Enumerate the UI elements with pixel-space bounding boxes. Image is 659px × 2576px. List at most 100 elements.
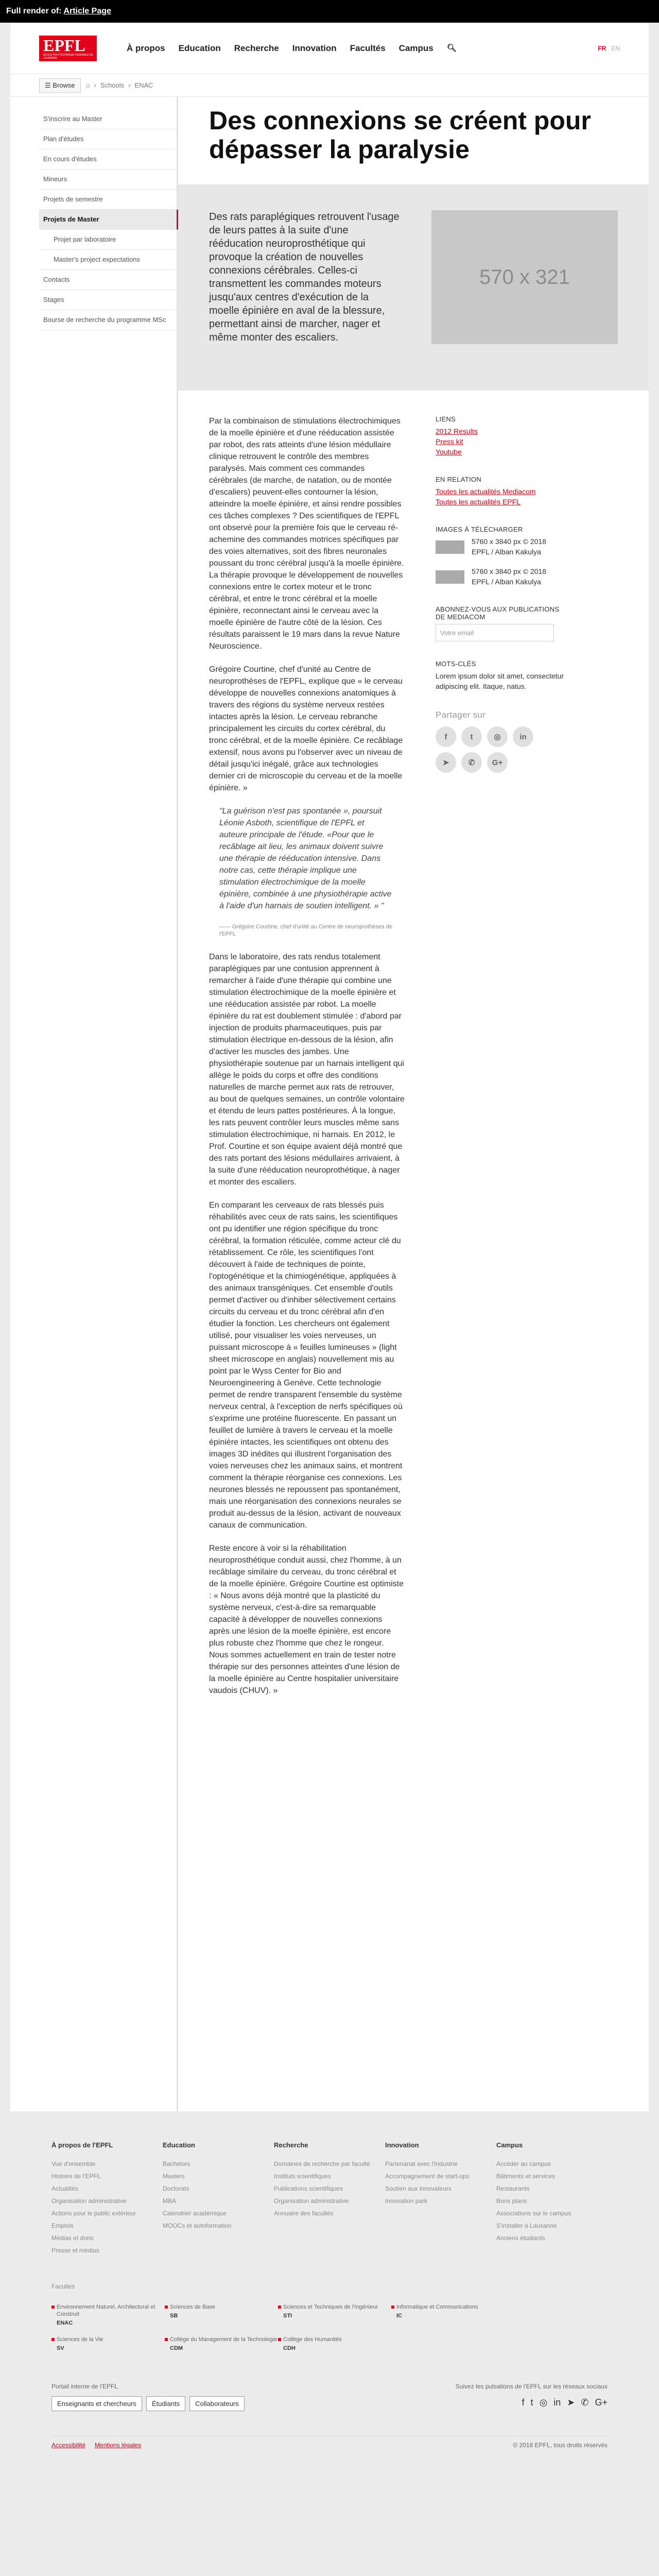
facebook-icon[interactable]: f — [522, 2397, 525, 2408]
google-plus-icon[interactable]: G+ — [487, 752, 508, 773]
footer-link[interactable]: Doctorats — [163, 2185, 274, 2192]
footer-link[interactable]: Bâtiments et services — [496, 2173, 608, 2180]
nav-campus[interactable]: Campus — [399, 43, 433, 54]
downloads-block: IMAGES À TÉLÉCHARGER 5760 x 3840 px © 20… — [436, 526, 564, 587]
home-icon[interactable]: ⌂ — [86, 81, 90, 89]
footer-link[interactable]: Anciens étudiants — [496, 2234, 608, 2242]
sidebar-item-projets-master[interactable]: Projets de Master — [39, 210, 178, 230]
faculty-code: ENAC — [57, 2320, 73, 2326]
epfl-logo[interactable]: EPFL ÉCOLE POLYTECHNIQUE FÉDÉRALE DE LAUS… — [39, 35, 97, 61]
search-icon[interactable]: 🔍︎ — [447, 43, 457, 54]
link-2012-results[interactable]: 2012 Results — [436, 426, 564, 436]
footer-link[interactable]: Histoire de l'EPFL — [51, 2173, 163, 2180]
footer-col-education: Education Bachelors Masters Doctorats MB… — [163, 2141, 274, 2259]
footer-link[interactable]: Calendrier académique — [163, 2210, 274, 2217]
facebook-icon[interactable]: f — [436, 726, 456, 747]
breadcrumb-enac[interactable]: ENAC — [134, 81, 153, 89]
nav-recherche[interactable]: Recherche — [234, 43, 279, 54]
email-field[interactable]: Votre email — [436, 624, 554, 641]
portal-button-etudiants[interactable]: Étudiants — [146, 2396, 186, 2411]
telegram-icon[interactable]: ➤ — [567, 2397, 575, 2408]
lang-fr[interactable]: FR — [598, 45, 606, 52]
linkedin-icon[interactable]: in — [513, 726, 533, 747]
link-youtube[interactable]: Youtube — [436, 447, 564, 457]
footer-link[interactable]: Bons plans — [496, 2197, 608, 2205]
subscribe-title: ABONNEZ-VOUS AUX PUBLICATIONS DE MEDIACO… — [436, 605, 560, 621]
footer-link[interactable]: Masters — [163, 2173, 274, 2180]
link-epfl-news[interactable]: Toutes les actualités EPFL — [436, 497, 564, 507]
footer-link[interactable]: Vue d'ensemble — [51, 2160, 163, 2167]
faculty-link[interactable]: Sciences de Base SB — [165, 2303, 278, 2327]
footer-link[interactable]: Actions pour le public extérieur — [51, 2210, 163, 2217]
footer-link[interactable]: Domaines de recherche par faculté — [274, 2160, 385, 2167]
footer-link[interactable]: Innovation park — [385, 2197, 496, 2205]
article-paragraph: Reste encore à voir si la réhabilitation… — [209, 1544, 404, 1695]
breadcrumb-schools[interactable]: Schools — [100, 81, 124, 89]
sidebar: S'inscrire au Master Plan d'études En co… — [39, 97, 178, 2111]
faculty-link[interactable]: Sciences de la Vie SV — [51, 2336, 165, 2352]
linkedin-icon[interactable]: in — [553, 2397, 561, 2408]
nav-innovation[interactable]: Innovation — [292, 43, 337, 54]
sidebar-item-contacts[interactable]: Contacts — [39, 270, 177, 290]
footer-link[interactable]: Soutien aux innovateurs — [385, 2185, 496, 2192]
instagram-icon[interactable]: ◎ — [487, 726, 508, 747]
footer-link[interactable]: MOOCs et autoformation — [163, 2222, 274, 2229]
footer-link[interactable]: Médias et dons — [51, 2234, 163, 2242]
footer-link[interactable]: Actualités — [51, 2185, 163, 2192]
nav-facultes[interactable]: Facultés — [350, 43, 386, 54]
sidebar-item-inscrire[interactable]: S'inscrire au Master — [39, 109, 177, 129]
sidebar-item-projets-semestre[interactable]: Projets de semestre — [39, 190, 177, 210]
sidebar-item-master-expectations[interactable]: Master's project expectations — [39, 250, 177, 270]
sidebar-item-plan-etudes[interactable]: Plan d'études — [39, 129, 177, 149]
link-mediacom-news[interactable]: Toutes les actualités Mediacom — [436, 486, 564, 497]
article-paragraph: Dans le laboratoire, des rats rendus tot… — [209, 953, 405, 1187]
legal-notice-link[interactable]: Mentions légales — [95, 2442, 141, 2449]
article-body: Par la combinaison de stimulations élect… — [178, 391, 649, 1739]
instagram-icon[interactable]: ◎ — [540, 2397, 548, 2408]
portal-button-enseignants[interactable]: Enseignants et chercheurs — [51, 2396, 142, 2411]
sidebar-item-en-cours[interactable]: En cours d'études — [39, 149, 177, 170]
nav-a-propos[interactable]: À propos — [127, 43, 165, 54]
footer-link[interactable]: Organisation administrative — [274, 2197, 385, 2205]
download-item[interactable]: 5760 x 3840 px © 2018 EPFL / Alban Kakul… — [436, 566, 564, 587]
footer-link[interactable]: Accéder au campus — [496, 2160, 608, 2167]
nav-education[interactable]: Education — [179, 43, 221, 54]
sidebar-item-mineurs[interactable]: Mineurs — [39, 170, 177, 190]
footer-link[interactable]: MBA — [163, 2197, 274, 2205]
footer-link[interactable]: Bachelors — [163, 2160, 274, 2167]
faculty-link[interactable]: Sciences et Techniques de l'Ingénieur STI — [278, 2303, 391, 2327]
footer-link[interactable]: Annuaire des facultés — [274, 2210, 385, 2217]
footer-link[interactable]: Restaurants — [496, 2185, 608, 2192]
sidebar-item-stages[interactable]: Stages — [39, 290, 177, 310]
article-page-link[interactable]: Article Page — [63, 7, 111, 15]
faculty-link[interactable]: Environnement Naturel, Architectural et … — [51, 2303, 165, 2327]
twitter-icon[interactable]: t — [531, 2397, 533, 2408]
whatsapp-icon[interactable]: ✆ — [581, 2397, 588, 2408]
lang-en[interactable]: EN — [611, 45, 620, 52]
breadcrumb-separator: › — [128, 81, 131, 89]
footer-link[interactable]: Accompagnement de start-ups — [385, 2173, 496, 2180]
footer-link[interactable]: Partenariat avec l'industrie — [385, 2160, 496, 2167]
tags-text: Lorem ipsum dolor sit amet, consectetur … — [436, 672, 564, 690]
whatsapp-icon[interactable]: ✆ — [461, 752, 482, 773]
google-plus-icon[interactable]: G+ — [595, 2397, 608, 2408]
accessibility-link[interactable]: Accessibilité — [51, 2442, 85, 2449]
footer-link[interactable]: Emplois — [51, 2222, 163, 2229]
sidebar-item-projet-laboratoire[interactable]: Projet par laboratoire — [39, 230, 177, 250]
faculty-link[interactable]: Collège du Management de la Technologie C… — [165, 2336, 278, 2352]
footer-link[interactable]: Associations sur le campus — [496, 2210, 608, 2217]
portal-button-collaborateurs[interactable]: Collaborateurs — [189, 2396, 245, 2411]
sidebar-item-bourse[interactable]: Bourse de recherche du programme MSc — [39, 310, 177, 330]
download-item[interactable]: 5760 x 3840 px © 2018 EPFL / Alban Kakul… — [436, 536, 564, 557]
footer-link[interactable]: Publications scientifiques — [274, 2185, 385, 2192]
footer-link[interactable]: S'installer à Lausanne — [496, 2222, 608, 2229]
telegram-icon[interactable]: ➤ — [436, 752, 456, 773]
browse-button[interactable]: ☰ Browse — [39, 78, 81, 93]
faculty-link[interactable]: Informatique et Communications IC — [391, 2303, 505, 2327]
footer-link[interactable]: Instituts scientifiques — [274, 2173, 385, 2180]
link-press-kit[interactable]: Press kit — [436, 436, 564, 447]
twitter-icon[interactable]: t — [461, 726, 482, 747]
faculty-link[interactable]: Collège des Humanités CDH — [278, 2336, 391, 2352]
footer-link[interactable]: Organisation administrative — [51, 2197, 163, 2205]
footer-link[interactable]: Presse et médias — [51, 2247, 163, 2254]
